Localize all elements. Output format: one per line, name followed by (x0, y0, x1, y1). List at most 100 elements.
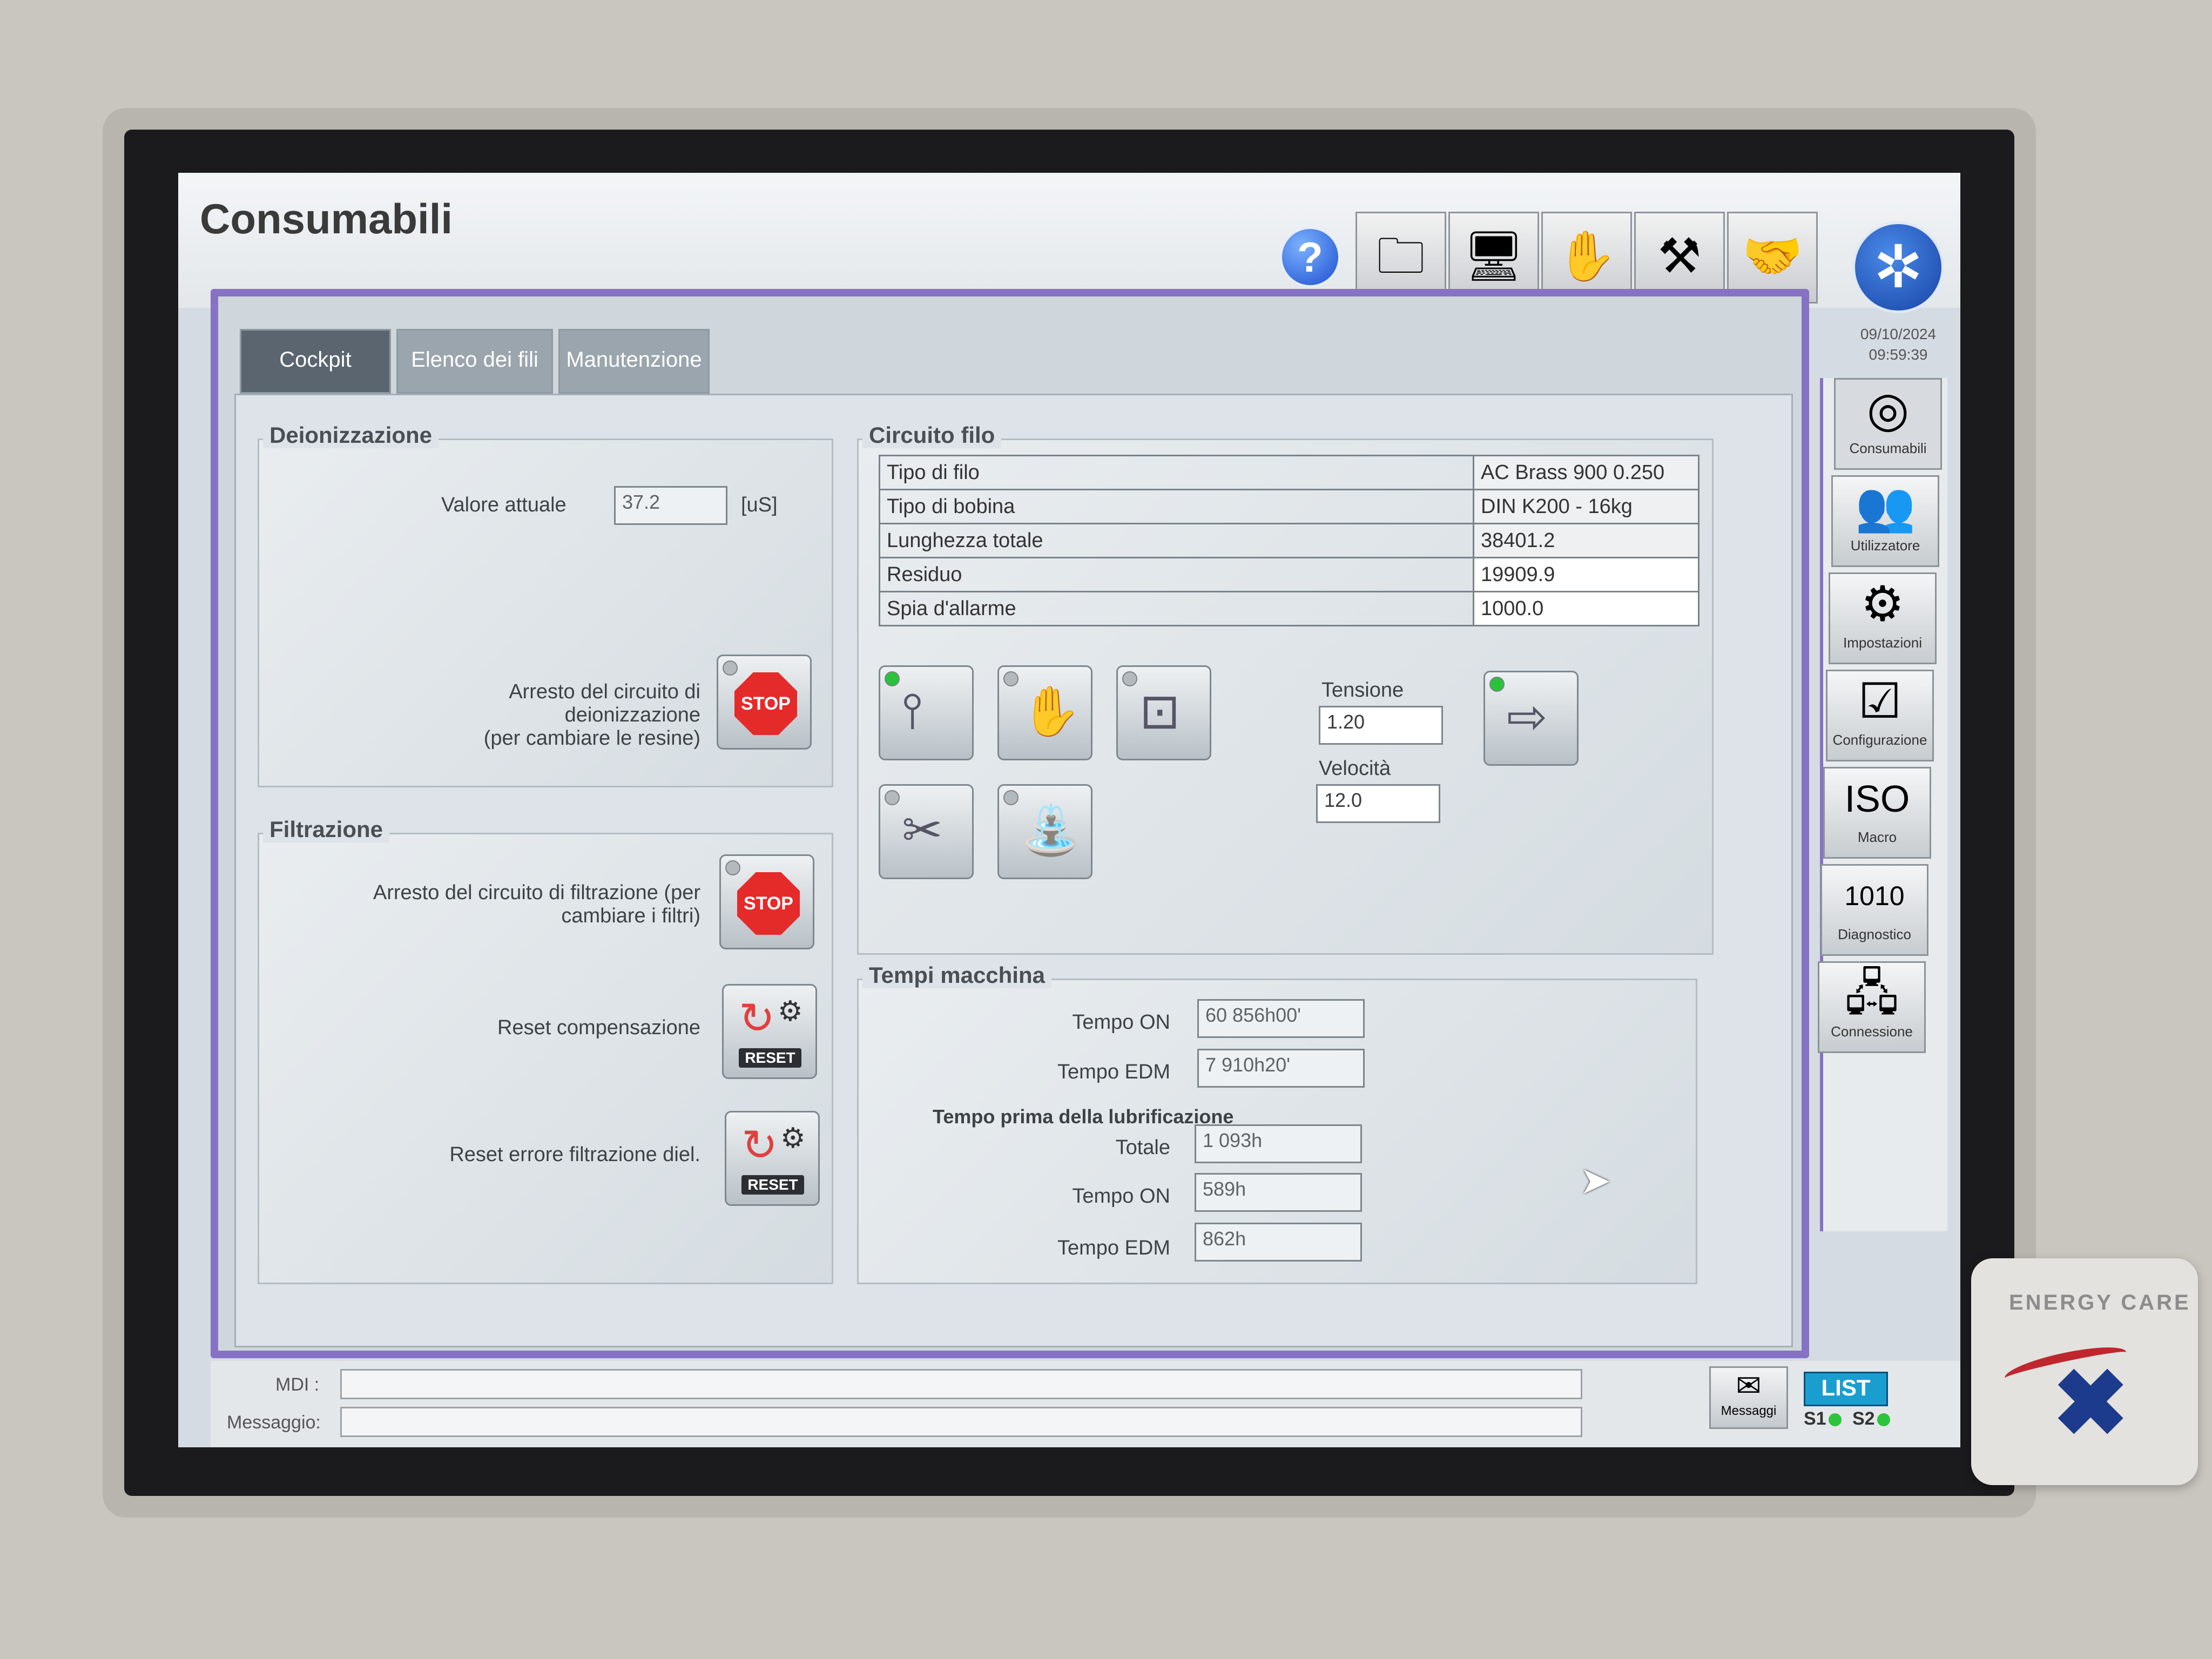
side-item-label: Connessione (1831, 1023, 1913, 1040)
status-led (885, 790, 900, 805)
reset-errore-label: Reset errore filtrazione diel. (449, 1143, 700, 1166)
filtrazione-title: Filtrazione (263, 817, 390, 842)
side-item-label: Macro (1857, 829, 1897, 845)
status-led (1003, 671, 1019, 686)
configuration-icon: ☑ (1858, 675, 1902, 729)
row-label: Lunghezza totale (879, 523, 1474, 558)
velocita-label: Velocità (1319, 757, 1391, 780)
wire-manual-button[interactable]: ✋ (997, 665, 1092, 760)
tempo-edm-label: Tempo EDM (1057, 1061, 1170, 1083)
side-item-label: Diagnostico (1838, 926, 1911, 942)
status-led (1489, 677, 1505, 692)
reset-errore-button[interactable]: ↻ ⚙ RESET (725, 1111, 820, 1206)
scissors-icon: ✂ (902, 804, 943, 858)
datetime: 09/10/2024 09:59:39 (1831, 324, 1960, 365)
gear-icon: ⚙ (780, 1123, 806, 1154)
tab-elenco-dei-fili[interactable]: Elenco dei fili (396, 329, 553, 394)
wire-feed-icon: ⇨ (1507, 690, 1548, 744)
messaggi-label: Messaggi (1721, 1404, 1777, 1418)
main-menu-logo-icon[interactable]: ✲ (1852, 221, 1944, 313)
status-led (1122, 671, 1137, 686)
arresto-deionizzazione-line2: (per cambiare le resine) (483, 727, 700, 750)
row-label: Spia d'allarme (879, 591, 1474, 626)
blue-cross-logo-icon: ✖ (2052, 1352, 2129, 1455)
gear-icon: ⚙ (778, 996, 803, 1027)
s1-label: S1 (1804, 1408, 1826, 1429)
side-item-macro[interactable]: ISO Macro (1823, 767, 1931, 859)
page-title: Consumabili (200, 195, 453, 242)
row-label: Tipo di filo (879, 455, 1474, 490)
side-item-utilizzatore[interactable]: 👥 Utilizzatore (1831, 475, 1939, 567)
iso-macro-icon: ISO (1844, 778, 1910, 820)
table-row: Spia d'allarme 1000.0 (879, 591, 1700, 626)
stop-filtrazione-button[interactable]: STOP (719, 854, 814, 949)
valore-attuale-label: Valore attuale (441, 494, 567, 516)
table-row: Lunghezza totale 38401.2 (879, 523, 1700, 558)
side-item-configurazione[interactable]: ☑ Configurazione (1826, 670, 1934, 761)
status-led (723, 660, 738, 676)
wire-feed-button[interactable]: ⇨ (1483, 671, 1579, 766)
wire-cut-button[interactable]: ✂ (879, 784, 974, 879)
lubrificazione-title: Tempo prima della lubrificazione (933, 1105, 1234, 1128)
mdi-input[interactable] (340, 1369, 1582, 1399)
tempo-on-label: Tempo ON (1072, 1011, 1170, 1034)
reset-arrow-icon: ↻ (739, 994, 775, 1042)
s1-indicator: S1 (1804, 1408, 1842, 1429)
water-button[interactable]: ⛲ (997, 784, 1092, 879)
cockpit-panel: Deionizzazione Valore attuale 37.2 [uS] … (234, 394, 1793, 1347)
s2-label: S2 (1852, 1408, 1875, 1429)
tempo-edm-field: 7 910h20' (1197, 1049, 1365, 1088)
status-led (725, 860, 740, 875)
side-item-diagnostico[interactable]: 1010 Diagnostico (1820, 864, 1928, 956)
wire-stop-button[interactable]: ⊡ (1116, 665, 1211, 760)
reset-label: RESET (739, 1048, 801, 1068)
wire-threading-button[interactable]: ⫯ (879, 665, 974, 760)
valore-unit: [uS] (741, 494, 778, 516)
connection-icon: 🖧 (1844, 966, 1899, 1020)
settings-icon: ⚙ (1860, 577, 1905, 631)
side-item-label: Utilizzatore (1850, 537, 1920, 554)
tab-cockpit[interactable]: Cockpit (240, 329, 391, 394)
tab-manutenzione[interactable]: Manutenzione (558, 329, 710, 394)
help-icon[interactable]: ? (1280, 227, 1340, 287)
arresto-deionizzazione-line1: Arresto del circuito di deionizzazione (509, 680, 700, 726)
s1-led (1828, 1413, 1842, 1427)
totale-field: 1 093h (1195, 1124, 1362, 1163)
row-value[interactable]: 1000.0 (1473, 591, 1700, 626)
velocita-field[interactable]: 12.0 (1316, 784, 1440, 823)
list-button[interactable]: LIST (1804, 1372, 1888, 1406)
side-item-impostazioni[interactable]: ⚙ Impostazioni (1829, 572, 1937, 664)
wire-thread-icon: ⫯ (902, 684, 923, 738)
messaggi-button[interactable]: ✉ Messaggi (1709, 1366, 1788, 1429)
row-label: Residuo (879, 557, 1474, 592)
side-item-label: Impostazioni (1843, 635, 1922, 651)
wire-info-table: Tipo di filo AC Brass 900 0.250 Tipo di b… (879, 455, 1700, 626)
side-item-consumabili[interactable]: ◎ Consumabili (1834, 378, 1942, 470)
side-item-label: Consumabili (1849, 440, 1927, 456)
tensione-field[interactable]: 1.20 (1319, 706, 1443, 745)
energy-care-badge: ENERGY CARE ✖ (1971, 1258, 2198, 1485)
date-label: 09/10/2024 (1860, 326, 1937, 342)
arresto-filtrazione-label: Arresto del circuito di filtrazione (per… (344, 881, 700, 928)
table-row: Tipo di bobina DIN K200 - 16kg (879, 489, 1700, 524)
s2-led (1877, 1413, 1890, 1427)
main-frame: Cockpit Elenco dei fili Manutenzione Dei… (211, 289, 1809, 1358)
reset-compensazione-button[interactable]: ↻ ⚙ RESET (722, 984, 817, 1079)
arresto-filtrazione-line2: cambiare i filtri) (561, 905, 700, 927)
hand-wire-icon: ✋ (1021, 685, 1082, 739)
row-value[interactable]: 19909.9 (1473, 557, 1700, 592)
stop-sign-icon: STOP (737, 872, 800, 935)
row-value: 38401.2 (1473, 523, 1700, 558)
water-tap-icon: ⛲ (1021, 804, 1082, 858)
energy-care-label: ENERGY CARE (2009, 1291, 2191, 1314)
s2-indicator: S2 (1852, 1408, 1890, 1429)
time-label: 09:59:39 (1869, 346, 1928, 363)
mouse-cursor-icon: ➤ (1580, 1159, 1611, 1202)
reset-label: RESET (741, 1175, 804, 1195)
row-value: AC Brass 900 0.250 (1473, 455, 1700, 490)
arresto-filtrazione-line1: Arresto del circuito di filtrazione (per (373, 881, 700, 904)
users-icon: 👥 (1854, 480, 1916, 534)
stop-deionizzazione-button[interactable]: STOP (717, 655, 812, 750)
side-item-label: Configurazione (1832, 732, 1927, 748)
side-item-connessione[interactable]: 🖧 Connessione (1818, 961, 1926, 1053)
